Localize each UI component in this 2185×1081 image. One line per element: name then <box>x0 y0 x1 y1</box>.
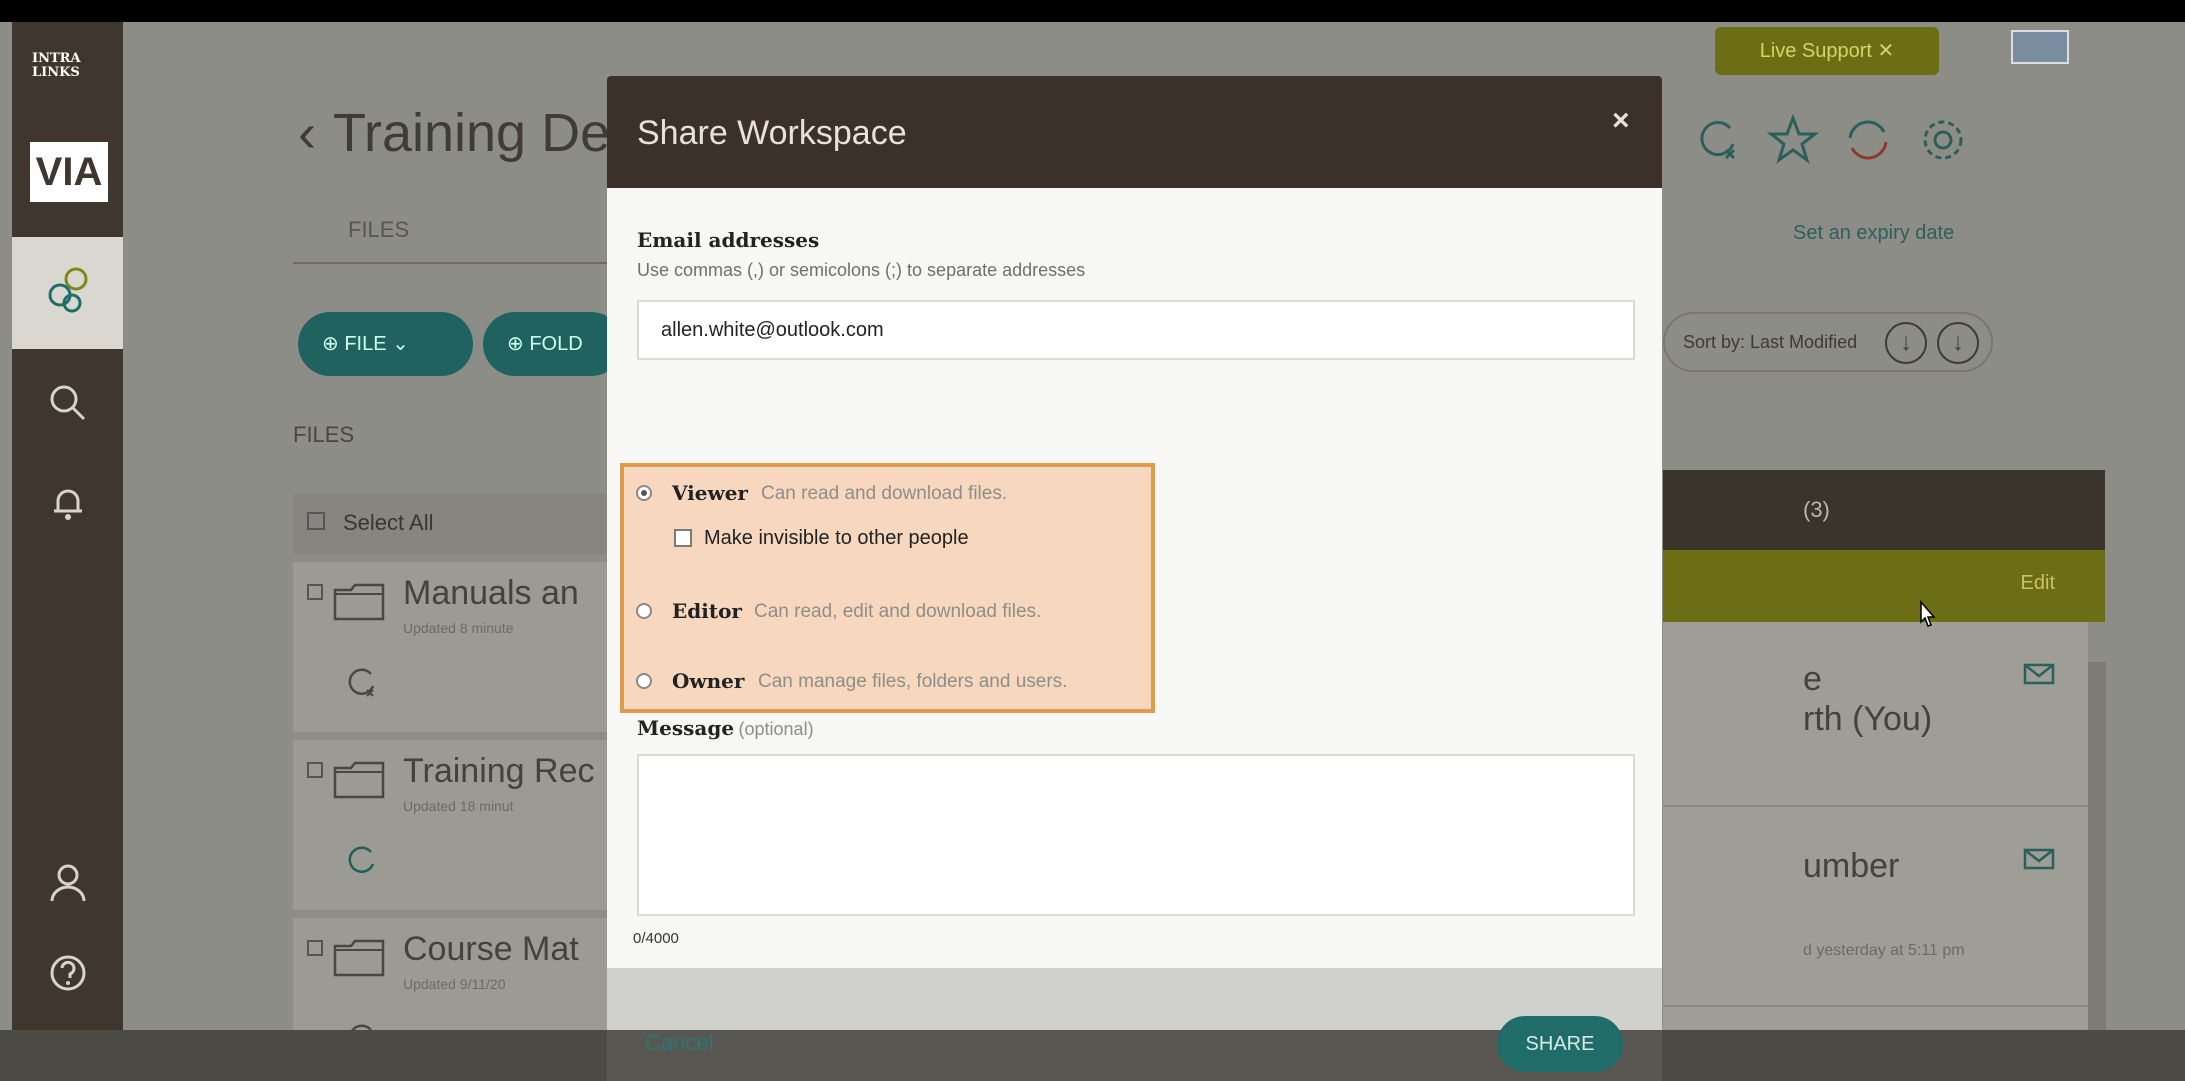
sort-control[interactable]: Sort by: Last Modified ↓ ↓ <box>1663 312 1993 372</box>
refresh-badge-icon[interactable] <box>1688 110 1748 170</box>
folder-icon <box>333 939 385 977</box>
members-panel-toolbar: Edit <box>1663 550 2105 622</box>
members-scrollbar[interactable] <box>2088 662 2106 1081</box>
page-title: Training Dep <box>333 103 641 163</box>
members-count: (3) <box>1803 497 1830 522</box>
add-file-button[interactable]: ⊕ FILE ⌄ <box>298 312 473 376</box>
file-name[interactable]: Manuals an <box>403 574 579 613</box>
row-checkbox[interactable] <box>307 762 323 778</box>
email-label: Email addresses <box>637 228 820 252</box>
add-folder-button[interactable]: ⊕ FOLD <box>483 312 623 376</box>
back-chevron-icon[interactable]: ‹ <box>298 102 316 164</box>
role-viewer-radio[interactable] <box>636 485 652 501</box>
folder-icon <box>333 761 385 799</box>
share-button[interactable]: SHARE <box>1497 1016 1623 1072</box>
logo-top-text: INTRA LINKS <box>32 51 81 80</box>
role-viewer-name: Viewer <box>672 481 748 505</box>
dialog-body: Email addresses Use commas (,) or semico… <box>607 188 1662 968</box>
member-name: umber <box>1803 847 1900 885</box>
email-field[interactable]: allen.white@outlook.com <box>637 300 1635 360</box>
file-name[interactable]: Training Rec <box>403 752 594 791</box>
dialog-header: Share Workspace × <box>607 76 1662 188</box>
logo-bottom-text: VIA <box>30 142 108 202</box>
refresh-badge-icon[interactable] <box>341 662 381 702</box>
select-all-checkbox[interactable] <box>307 512 325 530</box>
message-optional: (optional) <box>738 719 814 739</box>
mail-icon[interactable] <box>2023 662 2055 686</box>
logo: INTRA LINKS VIA <box>30 42 108 202</box>
message-label: Message <box>637 716 735 740</box>
files-section-label: FILES <box>293 422 355 447</box>
bell-icon[interactable] <box>42 477 94 529</box>
role-owner-name: Owner <box>672 669 745 693</box>
file-updated: Updated 8 minute <box>403 620 514 636</box>
top-bar <box>0 0 2185 22</box>
role-editor-name: Editor <box>672 599 742 623</box>
add-file-label: FILE <box>344 333 387 355</box>
screen: INTRA LINKS VIA ‹ Training Dep FILES ⊕ F… <box>0 0 2185 1081</box>
list-item[interactable]: e rth (You) <box>1663 622 2088 807</box>
dialog-footer: Cancel SHARE <box>607 968 1662 1081</box>
file-updated: Updated 9/11/20 <box>403 976 506 992</box>
role-editor-radio[interactable] <box>636 603 652 619</box>
message-field[interactable] <box>637 754 1635 916</box>
language-flag-icon[interactable] <box>2011 30 2069 64</box>
help-icon[interactable] <box>42 947 94 999</box>
row-checkbox[interactable] <box>307 584 323 600</box>
share-workspace-dialog: Share Workspace × Email addresses Use co… <box>607 76 1662 1081</box>
role-selection-highlight: Viewer Can read and download files. Make… <box>620 463 1155 713</box>
search-icon[interactable] <box>42 377 94 429</box>
message-label-row: Message (optional) <box>637 716 814 740</box>
member-name-line1: e <box>1803 660 1822 698</box>
folder-icon <box>333 583 385 621</box>
member-updated: d yesterday at 5:11 pm <box>1803 942 1965 959</box>
invisible-label: Make invisible to other people <box>704 527 969 549</box>
dialog-title: Share Workspace <box>637 114 907 152</box>
expiry-date-link[interactable]: Set an expiry date <box>1793 222 1954 245</box>
sync-icon[interactable] <box>341 840 381 880</box>
file-name[interactable]: Course Mat <box>403 930 579 969</box>
role-owner-desc: Can manage files, folders and users. <box>758 671 1068 692</box>
mouse-cursor-icon <box>1920 600 1936 627</box>
email-hint: Use commas (,) or semicolons (;) to sepa… <box>637 260 1086 280</box>
member-name-line2: rth (You) <box>1803 700 1933 738</box>
left-nav: INTRA LINKS VIA <box>12 22 123 1081</box>
sort-label: Sort by: Last Modified <box>1683 332 1858 352</box>
sync-icon[interactable] <box>1838 110 1898 170</box>
mail-icon[interactable] <box>2023 847 2055 871</box>
sort-desc-icon[interactable]: ↓ <box>1885 322 1927 364</box>
file-updated: Updated 18 minut <box>403 798 514 814</box>
select-all-label: Select All <box>343 510 434 535</box>
add-folder-label: FOLD <box>529 333 583 355</box>
edit-members-link[interactable]: Edit <box>2021 572 2055 595</box>
gear-icon[interactable] <box>1913 110 1973 170</box>
tab-files[interactable]: FILES <box>348 217 409 243</box>
role-viewer-desc: Can read and download files. <box>761 483 1008 504</box>
members-panel-header: (3) <box>1663 470 2105 550</box>
close-icon[interactable]: × <box>1612 104 1630 138</box>
live-support-button[interactable]: Live Support ✕ <box>1715 27 1939 75</box>
invisible-checkbox[interactable] <box>674 529 692 547</box>
role-editor-desc: Can read, edit and download files. <box>754 601 1042 622</box>
role-owner-radio[interactable] <box>636 673 652 689</box>
message-counter: 0/4000 <box>633 930 679 947</box>
sort-asc-icon[interactable]: ↓ <box>1937 322 1979 364</box>
nav-item-workspaces[interactable] <box>12 237 123 349</box>
cancel-button[interactable]: Cancel <box>645 1030 713 1056</box>
members-list: e rth (You) umber d yesterday at 5:11 pm <box>1663 622 2088 1081</box>
row-checkbox[interactable] <box>307 940 323 956</box>
star-icon[interactable] <box>1763 110 1823 170</box>
user-icon[interactable] <box>42 857 94 909</box>
workspaces-icon <box>42 265 94 317</box>
list-item[interactable]: umber d yesterday at 5:11 pm <box>1663 807 2088 1007</box>
